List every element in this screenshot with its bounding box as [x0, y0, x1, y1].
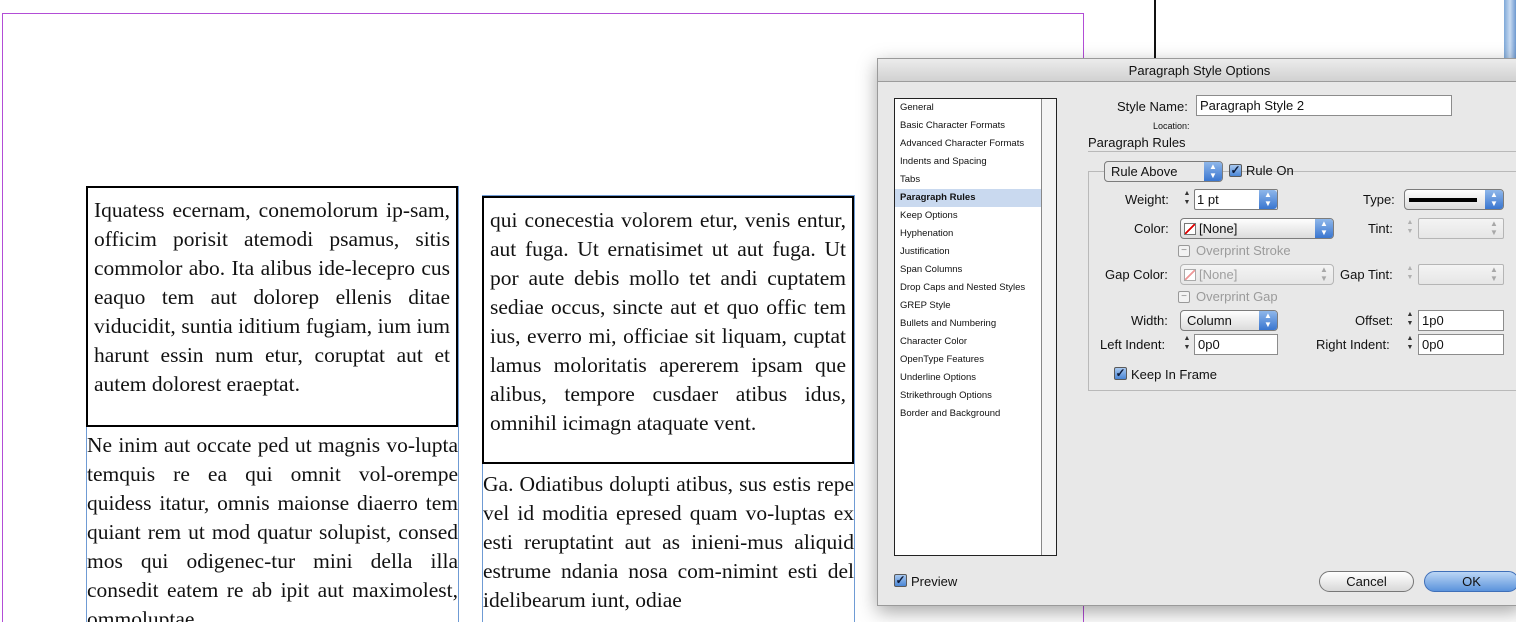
overprint-stroke-label: Overprint Stroke	[1196, 243, 1291, 258]
chevron-updown-icon: ▲ ▼	[1259, 190, 1277, 209]
type-solid-line-preview	[1409, 198, 1477, 202]
window-edge-strip	[1504, 0, 1516, 62]
category-item[interactable]: Strikethrough Options	[895, 387, 1042, 405]
left-indent-stepper[interactable]: ▲ ▼	[1180, 334, 1194, 355]
category-item[interactable]: Hyphenation	[895, 225, 1042, 243]
width-value: Column	[1187, 313, 1232, 328]
gap-tint-stepper[interactable]: ▲ ▼	[1403, 264, 1417, 285]
category-item[interactable]: Basic Character Formats	[895, 117, 1042, 135]
chevron-updown-icon: ▲ ▼	[1259, 311, 1277, 330]
category-list[interactable]: General Basic Character Formats Advanced C…	[894, 98, 1057, 556]
type-label: Type:	[1363, 192, 1395, 207]
type-select[interactable]: ▲ ▼	[1404, 189, 1504, 210]
category-item[interactable]: Bullets and Numbering	[895, 315, 1042, 333]
category-item[interactable]: GREP Style	[895, 297, 1042, 315]
preview-label: Preview	[911, 574, 958, 589]
category-item[interactable]: Underline Options	[895, 369, 1042, 387]
gap-color-label: Gap Color:	[1105, 267, 1168, 282]
gap-color-select[interactable]: [None] ▲ ▼	[1180, 264, 1334, 285]
section-divider	[1088, 151, 1516, 152]
category-item[interactable]: Tabs	[895, 171, 1042, 189]
left-indent-label: Left Indent:	[1100, 337, 1166, 352]
right-indent-stepper[interactable]: ▲ ▼	[1403, 334, 1417, 355]
gap-color-value: [None]	[1199, 267, 1238, 282]
color-label: Color:	[1134, 221, 1169, 236]
column2-ruled-paragraph[interactable]: qui conecestia volorem etur, venis entur…	[482, 196, 854, 464]
style-name-label: Style Name:	[1117, 99, 1188, 114]
category-item[interactable]: Drop Caps and Nested Styles	[895, 279, 1042, 297]
style-name-field[interactable]: Paragraph Style 2	[1196, 95, 1452, 116]
dialog-title: Paragraph Style Options	[878, 59, 1516, 82]
gap-tint-label: Gap Tint:	[1340, 267, 1393, 282]
rule-on-label: Rule On	[1246, 163, 1294, 178]
column1-body-text[interactable]: Ne inim aut occate ped ut magnis vo-lupt…	[87, 431, 458, 622]
category-item[interactable]: Span Columns	[895, 261, 1042, 279]
offset-field[interactable]: 1p0	[1418, 310, 1504, 331]
section-title: Paragraph Rules	[1088, 135, 1186, 150]
cancel-button[interactable]: Cancel	[1319, 571, 1414, 592]
category-item[interactable]: Justification	[895, 243, 1042, 261]
keep-in-frame-label: Keep In Frame	[1131, 367, 1217, 382]
preview-checkbox[interactable]: ✓	[894, 574, 907, 587]
category-item[interactable]: General	[895, 99, 1042, 117]
overprint-gap-checkbox[interactable]: −	[1178, 291, 1190, 303]
chevron-updown-icon: ▲ ▼	[1485, 190, 1503, 209]
offset-stepper[interactable]: ▲ ▼	[1403, 310, 1417, 331]
location-label: Location:	[1153, 121, 1190, 131]
chevron-updown-icon: ▲ ▼	[1204, 162, 1222, 181]
width-select[interactable]: Column ▲ ▼	[1180, 310, 1278, 331]
tint-label: Tint:	[1368, 221, 1393, 236]
right-indent-field[interactable]: 0p0	[1418, 334, 1504, 355]
overprint-gap-label: Overprint Gap	[1196, 289, 1278, 304]
chevron-updown-icon: ▲ ▼	[1320, 265, 1328, 283]
category-item[interactable]: Character Color	[895, 333, 1042, 351]
tint-stepper[interactable]: ▲ ▼	[1403, 218, 1417, 239]
color-select[interactable]: [None] ▲ ▼	[1180, 218, 1334, 239]
keep-in-frame-checkbox[interactable]: ✓	[1114, 367, 1127, 380]
category-scrollbar[interactable]	[1041, 99, 1056, 555]
tint-combo[interactable]: ▲ ▼	[1418, 218, 1504, 239]
width-label: Width:	[1131, 313, 1168, 328]
color-value: [None]	[1199, 221, 1238, 236]
category-item[interactable]: Keep Options	[895, 207, 1042, 225]
category-item[interactable]: Border and Background	[895, 405, 1042, 423]
rule-on-checkbox[interactable]: ✓	[1229, 164, 1242, 177]
right-indent-label: Right Indent:	[1316, 337, 1390, 352]
gap-tint-combo[interactable]: ▲ ▼	[1418, 264, 1504, 285]
left-indent-field[interactable]: 0p0	[1194, 334, 1278, 355]
overprint-stroke-checkbox[interactable]: −	[1178, 245, 1190, 257]
weight-combo[interactable]: 1 pt ▲ ▼	[1194, 189, 1278, 210]
rule-select-value: Rule Above	[1111, 164, 1178, 179]
weight-stepper[interactable]: ▲ ▼	[1180, 189, 1194, 210]
rule-select[interactable]: Rule Above ▲ ▼	[1104, 161, 1223, 182]
category-item[interactable]: Indents and Spacing	[895, 153, 1042, 171]
weight-value: 1 pt	[1197, 192, 1219, 207]
category-item[interactable]: Paragraph Rules	[895, 189, 1042, 207]
none-swatch-icon	[1184, 223, 1196, 235]
vertical-guide	[1154, 0, 1156, 62]
column1-ruled-paragraph[interactable]: Iquatess ecernam, conemolorum ip-sam, of…	[86, 186, 458, 427]
column2-body-text[interactable]: Ga. Odiatibus dolupti atibus, sus estis …	[483, 470, 854, 615]
weight-label: Weight:	[1125, 192, 1169, 207]
category-item[interactable]: OpenType Features	[895, 351, 1042, 369]
offset-label: Offset:	[1355, 313, 1394, 328]
chevron-updown-icon: ▲ ▼	[1490, 265, 1498, 283]
category-item[interactable]: Advanced Character Formats	[895, 135, 1042, 153]
paragraph-style-options-dialog: Paragraph Style Options General Basic Cha…	[877, 58, 1516, 606]
chevron-updown-icon: ▲ ▼	[1315, 219, 1333, 238]
none-swatch-icon	[1184, 269, 1196, 281]
chevron-updown-icon: ▲ ▼	[1490, 219, 1498, 237]
ok-button[interactable]: OK	[1424, 571, 1516, 592]
